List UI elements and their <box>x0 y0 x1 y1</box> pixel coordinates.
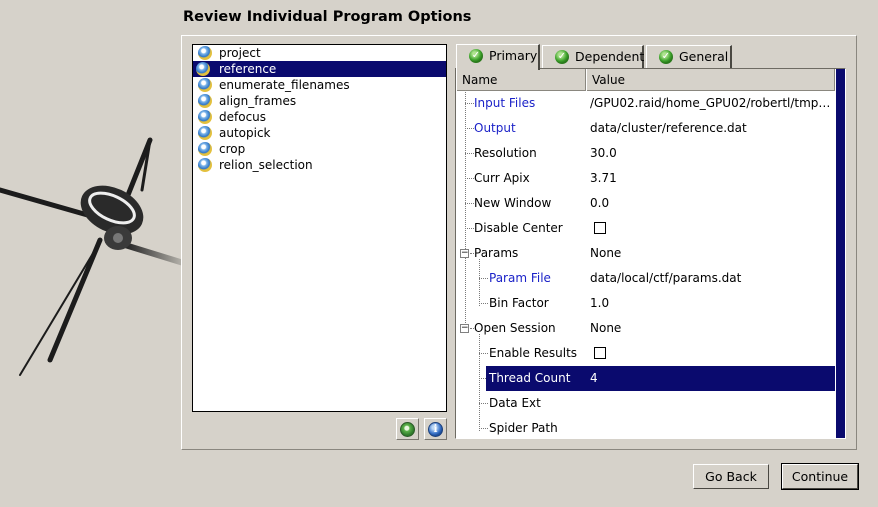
row-new-window[interactable]: New Window 0.0 <box>456 191 835 216</box>
row-params[interactable]: − Params None <box>456 241 835 266</box>
row-bin-factor[interactable]: Bin Factor 1.0 <box>456 291 835 316</box>
list-item-defocus[interactable]: defocus <box>193 109 446 125</box>
row-name: Data Ext <box>489 396 541 410</box>
row-value[interactable]: /GPU02.raid/home_GPU02/robertl/tmp1/d... <box>590 91 834 116</box>
row-name: Output <box>474 121 516 135</box>
program-icon <box>198 94 212 108</box>
continue-button[interactable]: Continue <box>781 463 859 490</box>
list-item-autopick[interactable]: autopick <box>193 125 446 141</box>
refresh-button[interactable] <box>396 418 419 440</box>
column-header-name[interactable]: Name <box>456 69 586 91</box>
tab-label: General <box>679 49 729 64</box>
table-header: Name Value <box>456 69 835 91</box>
program-icon <box>198 78 212 92</box>
row-value[interactable]: 4 <box>590 366 834 391</box>
list-item-align-frames[interactable]: align_frames <box>193 93 446 109</box>
row-name: Bin Factor <box>489 296 549 310</box>
row-disable-center[interactable]: Disable Center <box>456 216 835 241</box>
row-name: Input Files <box>474 96 536 110</box>
list-item-label: autopick <box>219 126 271 140</box>
list-item-enumerate-filenames[interactable]: enumerate_filenames <box>193 77 446 93</box>
row-name: Spider Path <box>489 421 558 435</box>
check-icon: ✓ <box>659 50 673 64</box>
row-name: Curr Apix <box>474 171 530 185</box>
row-spider-path[interactable]: Spider Path <box>456 416 835 438</box>
list-item-reference[interactable]: reference <box>193 61 446 77</box>
tab-primary[interactable]: ✓ Primary <box>456 44 540 70</box>
list-item-crop[interactable]: crop <box>193 141 446 157</box>
program-icon <box>198 158 212 172</box>
row-thread-count[interactable]: Thread Count 4 <box>456 366 835 391</box>
row-value[interactable]: 3.71 <box>590 166 834 191</box>
refresh-icon <box>400 421 415 437</box>
row-value[interactable]: None <box>590 241 834 266</box>
collapse-icon[interactable]: − <box>460 249 469 258</box>
tab-general[interactable]: ✓ General <box>646 45 732 69</box>
row-curr-apix[interactable]: Curr Apix 3.71 <box>456 166 835 191</box>
row-name: Open Session <box>474 321 556 335</box>
info-button[interactable]: i <box>424 418 447 440</box>
program-icon <box>198 110 212 124</box>
row-open-session[interactable]: − Open Session None <box>456 316 835 341</box>
go-back-button[interactable]: Go Back <box>693 464 769 489</box>
tab-label: Primary <box>489 48 538 63</box>
program-icon <box>198 142 212 156</box>
disable-center-checkbox[interactable] <box>594 222 606 234</box>
row-name: Thread Count <box>489 371 571 385</box>
row-value[interactable]: 30.0 <box>590 141 834 166</box>
program-icon <box>198 46 212 60</box>
list-item-label: project <box>219 46 261 60</box>
program-icon <box>198 126 212 140</box>
enable-results-checkbox[interactable] <box>594 347 606 359</box>
row-name: Param File <box>489 271 551 285</box>
row-resolution[interactable]: Resolution 30.0 <box>456 141 835 166</box>
tab-dependent[interactable]: ✓ Dependent <box>542 45 644 69</box>
list-item-label: defocus <box>219 110 267 124</box>
row-value[interactable]: data/cluster/reference.dat <box>590 116 834 141</box>
program-icon <box>196 62 210 76</box>
row-value[interactable]: data/local/ctf/params.dat <box>590 266 834 291</box>
column-header-value[interactable]: Value <box>586 69 835 91</box>
list-item-label: relion_selection <box>219 158 313 172</box>
row-input-files[interactable]: Input Files /GPU02.raid/home_GPU02/rober… <box>456 91 835 116</box>
check-icon: ✓ <box>469 49 483 63</box>
list-item-project[interactable]: project <box>193 45 446 61</box>
row-name: New Window <box>474 196 552 210</box>
list-item-label: reference <box>219 62 277 76</box>
collapse-icon[interactable]: − <box>460 324 469 333</box>
tab-label: Dependent <box>575 49 645 64</box>
row-name: Enable Results <box>489 346 578 360</box>
list-item-label: align_frames <box>219 94 297 108</box>
vertical-scrollbar[interactable] <box>836 69 845 438</box>
row-value[interactable]: 1.0 <box>590 291 834 316</box>
page-title: Review Individual Program Options <box>183 9 472 25</box>
list-item-label: crop <box>219 142 246 156</box>
row-output[interactable]: Output data/cluster/reference.dat <box>456 116 835 141</box>
check-icon: ✓ <box>555 50 569 64</box>
row-name: Resolution <box>474 146 537 160</box>
list-item-relion-selection[interactable]: relion_selection <box>193 157 446 173</box>
row-value[interactable]: 0.0 <box>590 191 834 216</box>
row-enable-results[interactable]: Enable Results <box>456 341 835 366</box>
row-value[interactable]: None <box>590 316 834 341</box>
row-data-ext[interactable]: Data Ext <box>456 391 835 416</box>
info-icon: i <box>428 421 443 437</box>
properties-table[interactable]: Name Value Input Files /GPU02.raid/home_… <box>455 68 846 439</box>
row-name: Params <box>474 246 519 260</box>
row-name: Disable Center <box>474 221 563 235</box>
row-param-file[interactable]: Param File data/local/ctf/params.dat <box>456 266 835 291</box>
list-item-label: enumerate_filenames <box>219 78 350 92</box>
program-list[interactable]: project reference enumerate_filenames al… <box>192 44 447 412</box>
